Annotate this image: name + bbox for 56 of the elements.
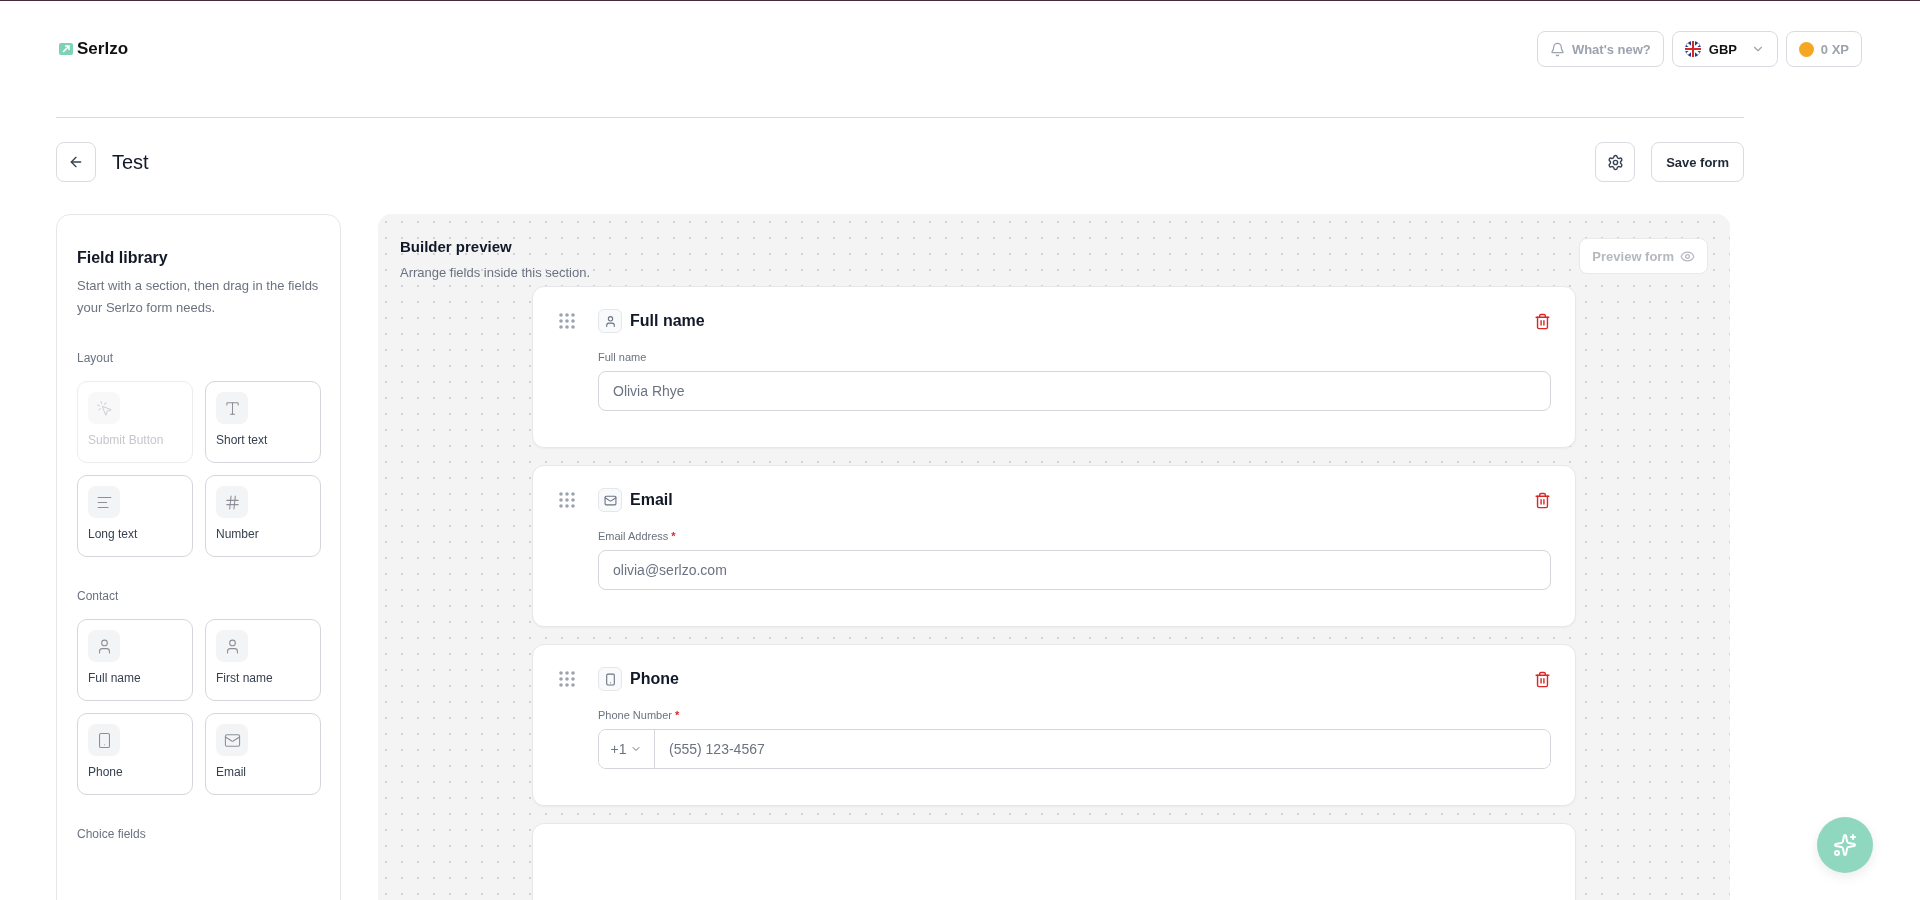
field-tile[interactable]: Email (205, 713, 321, 795)
field-tile[interactable]: Long text (77, 475, 193, 557)
logo-icon (58, 41, 74, 57)
field-tile[interactable]: Phone (77, 713, 193, 795)
field-tile[interactable]: First name (205, 619, 321, 701)
field-title: Email (630, 491, 673, 509)
library-title: Field library (77, 249, 169, 267)
field-label: Phone Number (598, 709, 672, 721)
input-field[interactable]: Olivia Rhye (598, 371, 1551, 411)
drag-handle-icon[interactable] (559, 492, 575, 508)
flag-icon (1684, 41, 1701, 57)
country-code-select[interactable]: +1 (599, 730, 655, 768)
logo-text: Serlzo (77, 39, 129, 59)
delete-button[interactable] (1534, 491, 1551, 509)
person-icon (603, 314, 617, 328)
trash-icon (1534, 670, 1551, 688)
field-tile[interactable]: Full name (77, 619, 193, 701)
trash-icon (1534, 491, 1551, 509)
settings-button[interactable] (1595, 142, 1636, 182)
field-title: Full name (630, 312, 705, 330)
required-mark: * (675, 709, 680, 721)
drag-handle-icon[interactable] (559, 313, 575, 329)
drag-handle-icon[interactable] (559, 671, 575, 687)
settings-icon (1606, 153, 1624, 171)
mail-icon (603, 493, 617, 507)
text-icon (223, 399, 241, 417)
back-button[interactable] (56, 142, 96, 182)
pointer-click-icon (95, 399, 113, 417)
delete-button[interactable] (1534, 312, 1551, 330)
back-arrow-icon (68, 154, 84, 170)
eye-icon (1680, 248, 1695, 264)
phone-field[interactable]: +1 (555) 123-4567 (598, 729, 1551, 769)
field-tile[interactable]: Number (205, 475, 321, 557)
group-label: Layout (77, 351, 115, 365)
required-mark: * (671, 530, 676, 542)
currency-select[interactable]: GBP (1671, 31, 1778, 67)
field-tile[interactable]: Short text (205, 381, 321, 463)
preview-title: Builder preview (400, 238, 513, 255)
group-label: Choice fields (77, 827, 147, 841)
input-field[interactable]: olivia@serlzo.com (598, 550, 1551, 590)
group-label: Contact (77, 589, 120, 603)
mail-icon (223, 731, 241, 749)
page-title: Test (112, 150, 149, 174)
delete-button[interactable] (1534, 670, 1551, 688)
library-description: Start with a section, then drag in the fields your Serlzo form needs. (77, 277, 320, 317)
field-label: Email Address (598, 530, 669, 542)
save-form-button[interactable]: Save form (1651, 142, 1744, 182)
coin-icon (1798, 41, 1814, 57)
bell-icon (1549, 41, 1565, 57)
preview-subtitle: Arrange fields inside this section. (400, 265, 591, 280)
field-label: Full name (598, 351, 647, 363)
trash-icon (1534, 312, 1551, 330)
hash-icon (223, 493, 241, 511)
field-title: Phone (630, 670, 679, 688)
sparkle-icon (1833, 833, 1857, 857)
phone-icon (603, 672, 617, 686)
